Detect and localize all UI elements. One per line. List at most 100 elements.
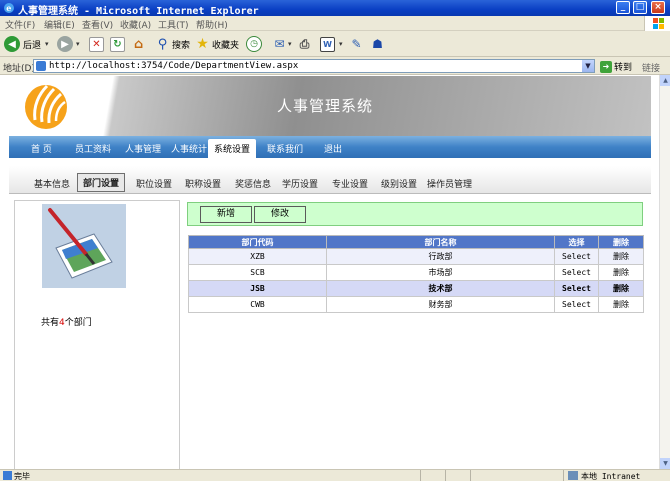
intranet-zone-icon [568, 471, 578, 480]
browser-toolbar: ◀ 后退 ▾ ▶ ▾ ✕ ↻ ⌂ ⚲ 搜索 ★ 收藏夹 ◷ ✉ ▾ ⎙ W ▾ … [0, 31, 670, 57]
page-viewport: 人事管理系统 首 页 员工资料 人事管理 人事统计 系统设置 联系我们 退出 基… [0, 75, 659, 469]
subnav-education-settings[interactable]: 学历设置 [282, 177, 318, 190]
nav-system-settings[interactable]: 系统设置 [208, 139, 257, 158]
ie-icon: e [4, 3, 14, 13]
cell-code: XZB [188, 248, 327, 265]
action-bar: 新增 修改 [187, 202, 643, 226]
back-button[interactable]: ◀ 后退 ▾ [4, 35, 49, 53]
select-link[interactable]: Select [554, 296, 599, 313]
paint-brush-icon [48, 208, 113, 279]
select-link[interactable]: Select [554, 280, 599, 297]
edit-dropdown-icon[interactable]: ▾ [339, 40, 343, 48]
nav-logout[interactable]: 退出 [324, 142, 342, 155]
nav-contact[interactable]: 联系我们 [267, 142, 303, 155]
cell-name: 财务部 [326, 296, 555, 313]
windows-flag-icon [644, 16, 670, 31]
messenger-icon[interactable]: ☗ [370, 37, 385, 52]
edit-page-icon[interactable]: W [320, 36, 335, 52]
close-button[interactable]: × [651, 1, 665, 14]
subnav-title-settings[interactable]: 职称设置 [185, 177, 221, 190]
menu-tools[interactable]: 工具(T) [158, 18, 189, 31]
go-label: 转到 [614, 63, 633, 73]
address-input[interactable]: http://localhost:3754/Code/DepartmentVie… [33, 59, 595, 73]
forward-arrow-icon: ▶ [57, 36, 73, 52]
select-link[interactable]: Select [554, 264, 599, 281]
edit-button[interactable]: 修改 [254, 206, 306, 223]
delete-link[interactable]: 删除 [598, 280, 644, 297]
go-button[interactable]: ➜ 转到 [600, 60, 632, 73]
search-icon: ⚲ [157, 36, 168, 52]
vertical-scrollbar[interactable]: ▲ ▼ [659, 75, 670, 469]
window-title: 人事管理系统 - Microsoft Internet Explorer [18, 6, 259, 17]
status-text: 完毕 [14, 472, 30, 481]
status-bar: 完毕 本地 Intranet [0, 469, 670, 481]
department-image [42, 204, 126, 288]
subnav-level-settings[interactable]: 级别设置 [381, 177, 417, 190]
scroll-down-icon[interactable]: ▼ [660, 458, 670, 469]
table-row-selected: JSB 技术部 Select 删除 [188, 280, 644, 297]
delete-link[interactable]: 删除 [598, 296, 644, 313]
cell-name: 行政部 [326, 248, 555, 265]
search-label: 搜索 [172, 40, 191, 51]
nav-employees[interactable]: 员工资料 [75, 142, 111, 155]
go-arrow-icon: ➜ [600, 60, 612, 73]
count-prefix: 共有 [41, 318, 60, 328]
favorites-label: 收藏夹 [212, 40, 240, 51]
scroll-up-icon[interactable]: ▲ [660, 75, 670, 86]
back-arrow-icon: ◀ [4, 36, 20, 52]
site-logo [25, 84, 67, 129]
menu-file[interactable]: 文件(F) [5, 18, 35, 31]
forward-dropdown-icon[interactable]: ▾ [76, 40, 80, 48]
menu-favorites[interactable]: 收藏(A) [120, 18, 151, 31]
history-icon[interactable]: ◷ [246, 36, 262, 52]
menu-edit[interactable]: 编辑(E) [44, 18, 75, 31]
table-header-row: 部门代码 部门名称 选择 删除 [188, 235, 644, 249]
address-bar: 地址(D) http://localhost:3754/Code/Departm… [0, 57, 670, 75]
favorites-button[interactable]: ★ 收藏夹 [195, 35, 239, 53]
print-icon[interactable]: ⎙ [297, 37, 312, 52]
menu-view[interactable]: 查看(V) [82, 18, 113, 31]
add-button[interactable]: 新增 [200, 206, 252, 223]
status-divider [470, 470, 471, 481]
subnav-basic-info[interactable]: 基本信息 [34, 177, 70, 190]
forward-button[interactable]: ▶ ▾ [57, 35, 80, 53]
refresh-icon[interactable]: ↻ [110, 36, 125, 52]
delete-link[interactable]: 删除 [598, 248, 644, 265]
select-link[interactable]: Select [554, 248, 599, 265]
subnav-department-settings[interactable]: 部门设置 [77, 173, 126, 192]
header-select: 选择 [554, 235, 599, 249]
table-row: SCB 市场部 Select 删除 [188, 264, 644, 281]
back-dropdown-icon[interactable]: ▾ [45, 40, 49, 48]
address-url[interactable]: http://localhost:3754/Code/DepartmentVie… [49, 61, 298, 71]
mail-dropdown-icon[interactable]: ▾ [288, 40, 292, 48]
favorites-star-icon: ★ [196, 36, 209, 52]
nav-home[interactable]: 首 页 [31, 142, 52, 155]
nav-hr-statistics[interactable]: 人事统计 [171, 142, 207, 155]
status-divider [563, 470, 564, 481]
table-row: XZB 行政部 Select 删除 [188, 248, 644, 265]
window-titlebar: e 人事管理系统 - Microsoft Internet Explorer _… [0, 0, 670, 17]
subnav-rewards[interactable]: 奖惩信息 [235, 177, 271, 190]
maximize-button[interactable]: □ [633, 1, 647, 14]
subnav-major-settings[interactable]: 专业设置 [332, 177, 368, 190]
menu-help[interactable]: 帮助(H) [196, 18, 228, 31]
discuss-icon[interactable]: ✎ [349, 37, 364, 52]
address-dropdown-icon[interactable]: ▼ [582, 60, 594, 72]
back-label: 后退 [23, 40, 42, 51]
home-icon[interactable]: ⌂ [131, 37, 146, 52]
links-button[interactable]: 链接 [642, 61, 660, 74]
page-icon [36, 61, 46, 71]
minimize-button[interactable]: _ [616, 1, 630, 14]
stop-icon[interactable]: ✕ [89, 36, 104, 52]
site-header: 人事管理系统 [9, 76, 651, 136]
search-button[interactable]: ⚲ 搜索 [155, 35, 190, 53]
table-row: CWB 财务部 Select 删除 [188, 296, 644, 313]
cell-name: 市场部 [326, 264, 555, 281]
nav-hr-management[interactable]: 人事管理 [125, 142, 161, 155]
header-code: 部门代码 [188, 235, 327, 249]
subnav-position-settings[interactable]: 职位设置 [136, 177, 172, 190]
delete-link[interactable]: 删除 [598, 264, 644, 281]
mail-icon[interactable]: ✉ [272, 37, 287, 52]
subnav-operator-management[interactable]: 操作员管理 [427, 177, 472, 190]
cell-code: SCB [188, 264, 327, 281]
